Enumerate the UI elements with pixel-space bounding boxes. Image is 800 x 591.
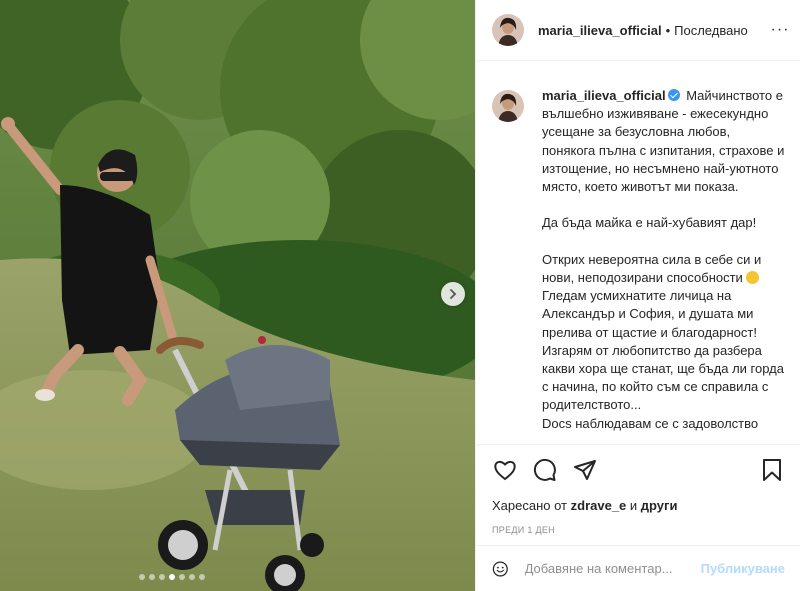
post-actions: Харесано от zdrave_e и други ПРЕДИ 1 ДЕН xyxy=(476,444,800,535)
emoji-icon[interactable] xyxy=(492,557,509,581)
smiling-emoji-icon xyxy=(746,271,760,285)
more-options-button[interactable]: ··· xyxy=(768,18,792,42)
photo-scene xyxy=(0,0,475,591)
comment-icon xyxy=(533,458,556,481)
carousel-dot xyxy=(159,574,165,580)
likes-summary: Харесано от zdrave_e и други xyxy=(492,498,785,513)
carousel-dot-active xyxy=(169,574,175,580)
caption-paragraph: Да бъда майка е най-хубавият дар! xyxy=(542,215,757,231)
likes-and: и xyxy=(626,498,641,513)
verified-badge-icon xyxy=(667,89,680,101)
caption-paragraph: Открих невероятна сила в себе си и нови,… xyxy=(542,251,765,286)
caption-paragraph: Docs наблюдавам се с задоволство xyxy=(542,415,759,431)
caption-text: maria_ilieva_official Майчинството е въл… xyxy=(542,87,785,433)
post-side-panel: maria_ilieva_official • Последвано ··· m… xyxy=(475,0,800,591)
liker-username-link[interactable]: zdrave_e xyxy=(571,498,627,513)
likes-prefix: Харесано от xyxy=(492,498,571,513)
caption-paragraph: Гледам усмихнатите личица на Александър … xyxy=(542,270,788,413)
action-icons xyxy=(492,457,785,483)
heart-icon xyxy=(494,460,516,481)
comment-input[interactable] xyxy=(524,561,701,576)
post-comment-button[interactable]: Публикуване xyxy=(701,561,785,576)
post-photo[interactable] xyxy=(0,0,475,591)
avatar[interactable] xyxy=(492,14,524,46)
carousel-dot xyxy=(139,574,145,580)
carousel-dot xyxy=(189,574,195,580)
chevron-right-icon xyxy=(450,289,457,299)
carousel-dot xyxy=(149,574,155,580)
save-button[interactable] xyxy=(759,457,785,483)
carousel-next-button[interactable] xyxy=(441,282,465,306)
avatar-image xyxy=(492,90,524,122)
carousel-indicator xyxy=(139,574,205,580)
post-timestamp[interactable]: ПРЕДИ 1 ДЕН xyxy=(492,525,785,535)
carousel-dot xyxy=(179,574,185,580)
caption: maria_ilieva_official Майчинството е въл… xyxy=(492,87,785,433)
caption-username[interactable]: maria_ilieva_official xyxy=(542,88,666,103)
post-header: maria_ilieva_official • Последвано ··· xyxy=(476,0,800,61)
share-button[interactable] xyxy=(572,457,598,483)
carousel-dot xyxy=(199,574,205,580)
username-link[interactable]: maria_ilieva_official xyxy=(538,23,662,38)
following-button[interactable]: Последвано xyxy=(674,23,748,38)
bookmark-icon xyxy=(763,459,781,481)
avatar[interactable] xyxy=(492,90,524,122)
caption-paragraph: Майчинството е вълшебно изживяване - еже… xyxy=(542,88,788,195)
like-button[interactable] xyxy=(492,457,518,483)
separator: • xyxy=(665,22,671,38)
comment-button[interactable] xyxy=(532,457,558,483)
share-icon xyxy=(574,460,596,480)
comment-form: Публикуване xyxy=(476,545,800,591)
caption-scroll-area[interactable]: maria_ilieva_official Майчинството е въл… xyxy=(476,61,800,444)
likes-others-link[interactable]: други xyxy=(641,498,678,513)
avatar-image xyxy=(492,14,524,46)
